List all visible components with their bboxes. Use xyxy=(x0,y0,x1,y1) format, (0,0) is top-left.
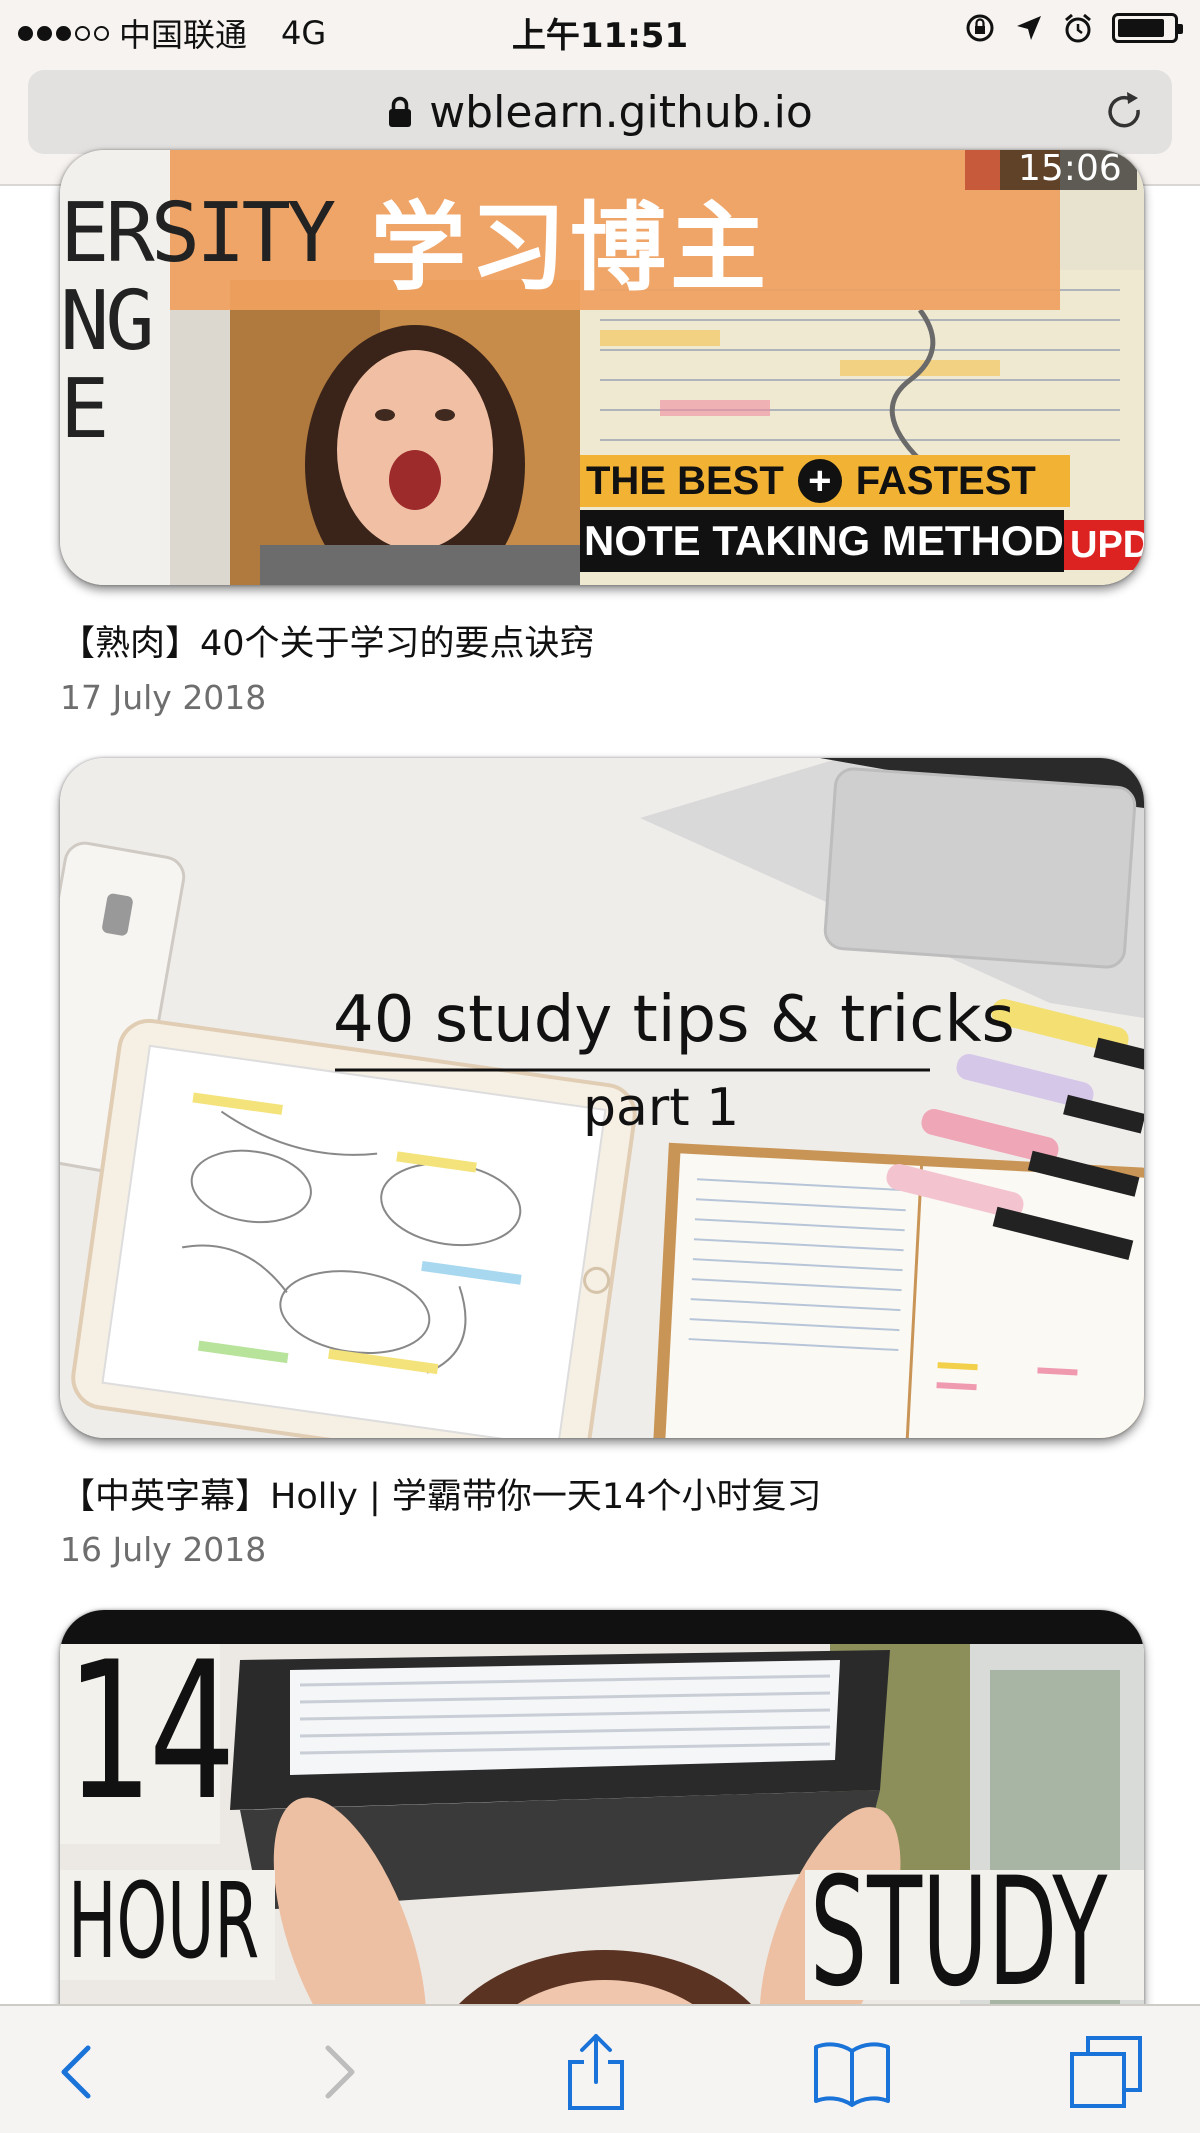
tabs-icon xyxy=(1070,2036,1142,2108)
thumb-left-word: HOUR xyxy=(68,1860,260,1982)
thumb-right-word: STUDY xyxy=(810,1846,1108,2020)
bookmarks-icon xyxy=(814,2042,890,2107)
reload-icon[interactable] xyxy=(1100,88,1148,136)
thumb-corner-text: UPDO xyxy=(1064,520,1144,570)
duration-badge: 15:06 xyxy=(1018,150,1122,189)
bookmarks-button[interactable] xyxy=(812,2032,892,2112)
thumb-side-letters: ERSITY NG E xyxy=(60,186,336,457)
post-thumbnail[interactable]: 学习博主 15:06 ERSITY NG E THE BEST + FASTES… xyxy=(60,150,1144,585)
forward-button[interactable] xyxy=(300,2032,380,2112)
lock-icon xyxy=(389,96,412,127)
url-text: wblearn.github.io xyxy=(429,86,813,138)
location-arrow-icon xyxy=(1017,16,1041,40)
forward-icon xyxy=(325,2045,355,2099)
post-date: 16 July 2018 xyxy=(60,1530,267,1569)
post-title[interactable]: 【中英字幕】Holly | 学霸带你一天14个小时复习 xyxy=(60,1468,821,1519)
thumb-overlay-method: NOTE TAKING METHOD! xyxy=(580,510,1064,572)
share-button[interactable] xyxy=(556,2032,636,2112)
browser-page: 中国联通 4G 上午11:51 wblearn.github.io 学习博主 1… xyxy=(0,0,1200,2133)
thumb-number: 14 xyxy=(66,1621,236,1842)
thumb-subline: part 1 xyxy=(583,1078,740,1138)
status-right xyxy=(964,12,1183,44)
post-thumbnail[interactable]: 40 study tips & tricks part 1 xyxy=(60,758,1144,1438)
browser-toolbar xyxy=(0,2004,1200,2133)
back-button[interactable] xyxy=(36,2032,116,2112)
thumb-headline: 40 study tips & tricks xyxy=(333,983,1015,1057)
alarm-icon xyxy=(1065,13,1091,43)
status-bar: 中国联通 4G 上午11:51 xyxy=(0,0,1200,60)
share-icon xyxy=(568,2034,624,2110)
battery-icon xyxy=(1112,13,1183,43)
thumb-banner-text: 学习博主 xyxy=(370,192,770,304)
post-title[interactable]: 【熟肉】40个关于学习的要点诀窍 xyxy=(60,615,595,666)
rotation-lock-icon xyxy=(966,14,994,42)
tabs-button[interactable] xyxy=(1066,2032,1146,2112)
back-icon xyxy=(61,2045,91,2099)
post-date: 17 July 2018 xyxy=(60,678,267,717)
address-bar[interactable]: wblearn.github.io xyxy=(28,70,1172,154)
thumb-overlay-best: THE BEST + FASTEST xyxy=(580,455,1070,507)
